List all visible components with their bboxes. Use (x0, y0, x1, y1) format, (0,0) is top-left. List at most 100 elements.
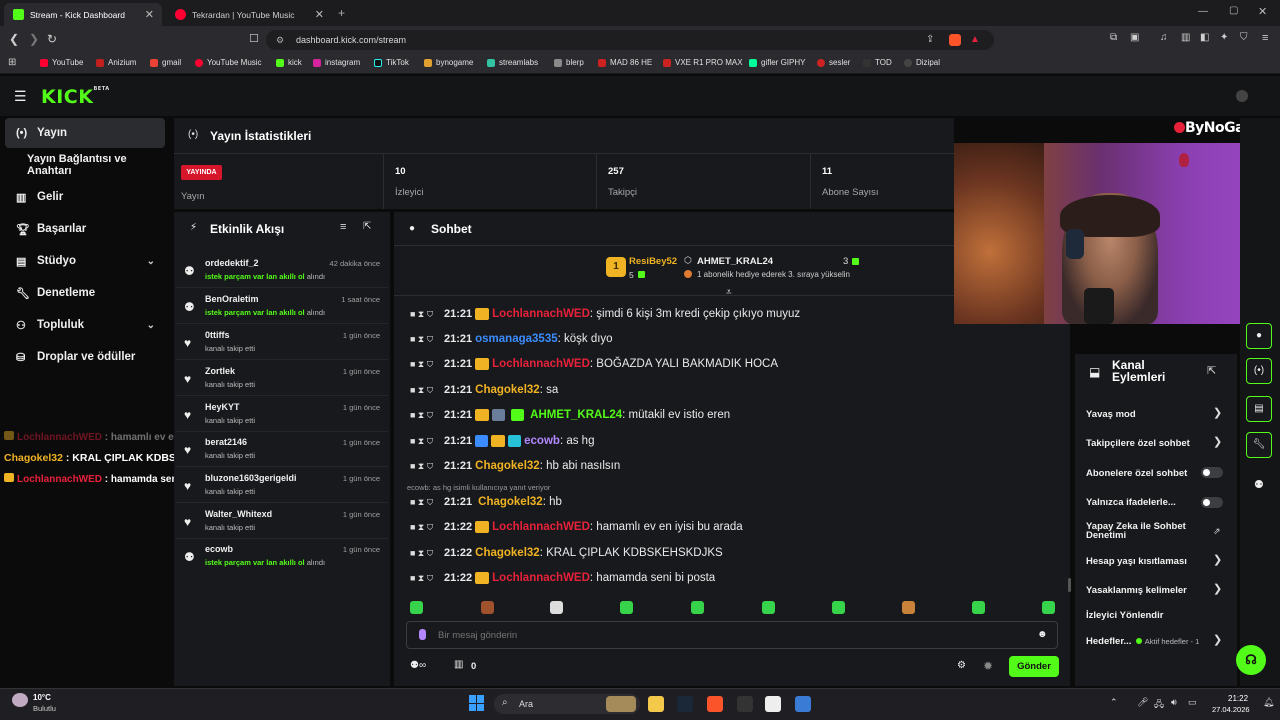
forward-icon[interactable]: ❯ (29, 32, 39, 46)
site-info-icon[interactable]: ⚙ (276, 30, 284, 50)
stats-rail-icon[interactable]: ▤ (1246, 396, 1272, 422)
chat-rail-icon[interactable]: ● (1246, 323, 1272, 349)
chevron-right-icon[interactable]: ❯ (1213, 633, 1222, 646)
mic-icon[interactable] (419, 629, 426, 640)
mod-actions-icon[interactable]: ■ ⧗ ⛉ (410, 548, 444, 559)
mod-actions-icon[interactable]: ■ ⧗ ⛉ (410, 436, 444, 447)
bookmark-sesler[interactable]: sesler (817, 58, 850, 67)
chat-message[interactable]: ■ ⧗ ⛉ 21:21 AHMET_KRAL24: mütakil ev istio… (410, 405, 730, 425)
kick-logo[interactable]: KICKBETA (41, 86, 110, 108)
bookmark-streamlabs[interactable]: streamlabs (487, 58, 538, 67)
network-icon[interactable]: 🖧︎ (1154, 697, 1164, 713)
goals-option[interactable]: Hedefler... Aktif hedefler - 1 (1086, 636, 1199, 647)
host-viewers-option[interactable]: İzleyici Yönlendir (1086, 610, 1163, 621)
wrench-rail-icon[interactable]: 🔧︎ (1246, 432, 1272, 458)
user-avatar[interactable] (1236, 90, 1248, 102)
bookmark-kick[interactable]: kick (276, 58, 302, 67)
emote-icon[interactable] (832, 601, 845, 614)
bookmark-mad86he[interactable]: MAD 86 HE (598, 58, 652, 67)
mod-actions-icon[interactable]: ■ ⧗ ⛉ (410, 359, 444, 370)
bookmark-blerp[interactable]: blerp (554, 58, 584, 67)
broadcast-rail-icon[interactable]: (•) (1246, 358, 1272, 384)
weather-icon[interactable] (12, 693, 28, 707)
second-gifter-name[interactable]: AHMET_KRAL24 (697, 256, 773, 267)
sidebar-item-gelir[interactable]: ▥ Gelir (5, 183, 165, 211)
volume-icon[interactable]: 🔊︎ (1171, 697, 1177, 708)
expand-pinned-icon[interactable]: ⩡ (726, 287, 732, 298)
mod-actions-icon[interactable]: ■ ⧗ ⛉ (410, 334, 444, 345)
subscribers-only-toggle[interactable] (1201, 467, 1223, 478)
clock-time[interactable]: 21:22 (1228, 694, 1248, 703)
sidebar-toggle-icon[interactable]: ▥ (1181, 32, 1190, 43)
chevron-right-icon[interactable]: ❯ (1213, 582, 1222, 595)
sidebar-item-stream-key[interactable]: Yayın Bağlantısı ve Anahtarı (5, 151, 165, 179)
extensions-icon[interactable]: ⧉ (1110, 32, 1117, 43)
emote-icon[interactable] (620, 601, 633, 614)
mod-actions-icon[interactable]: ■ ⧗ ⛉ (410, 410, 444, 421)
chat-message-input[interactable] (438, 624, 1028, 646)
start-icon[interactable] (469, 695, 485, 711)
hamburger-menu-icon[interactable]: ☰ (14, 88, 27, 105)
sidebar-item-studyo[interactable]: ▤ Stüdyo ⌄ (5, 247, 165, 275)
chevron-right-icon[interactable]: ❯ (1213, 435, 1222, 448)
settings-gear-icon[interactable]: ⚙ (957, 660, 966, 671)
chat-scrollbar[interactable] (1068, 578, 1071, 592)
microsoft-store-icon[interactable] (765, 696, 781, 712)
bookmark-youtube-music[interactable]: YouTube Music (195, 58, 262, 67)
brave-shields-icon[interactable] (949, 34, 961, 46)
mod-actions-icon[interactable]: ■ ⧗ ⛉ (410, 385, 444, 396)
chat-message[interactable]: ■ ⧗ ⛉ 21:21 Chagokel32: sa (410, 380, 558, 400)
bookmark-gmail[interactable]: gmail (150, 58, 181, 67)
brave-rewards-icon[interactable]: ▲ (970, 30, 980, 50)
store-icon[interactable]: ▥ (454, 659, 463, 670)
tab-youtube-music[interactable]: Tekrardan | YouTube Music ✕ (166, 3, 332, 26)
sidebar-item-topluluk[interactable]: ⚇ Topluluk ⌄ (5, 311, 165, 339)
browser-menu-icon[interactable]: ≡ (1262, 32, 1268, 44)
banned-words-option[interactable]: Yasaklanmış kelimeler (1086, 585, 1187, 596)
epic-games-icon[interactable] (737, 696, 753, 712)
chat-message[interactable]: ■ ⧗ ⛉ 21:21 LochlannachWED: şimdi 6 kişi 3… (410, 304, 800, 324)
ai-moderation-option[interactable]: Yapay Zeka ile Sohbet Denetimi (1086, 522, 1186, 541)
badge-settings-icon[interactable]: ✹ (983, 659, 993, 673)
mod-actions-icon[interactable]: ■ ⧗ ⛉ (410, 309, 444, 320)
share-icon[interactable]: ⇪ (926, 30, 934, 50)
close-tab-icon[interactable]: ✕ (145, 8, 154, 21)
chat-message[interactable]: ■ ⧗ ⛉ 21:21 LochlannachWED: BOĞAZDA YALI B… (410, 354, 778, 374)
emote-icon[interactable] (550, 601, 563, 614)
leo-ai-icon[interactable]: ✦ (1220, 32, 1228, 43)
bookmark-vxe[interactable]: VXE R1 PRO MAX (663, 58, 743, 67)
chevron-right-icon[interactable]: ❯ (1213, 553, 1222, 566)
top-gifter-name[interactable]: ResiBey52 (629, 256, 677, 267)
bookmark-anizium[interactable]: Anizium (96, 58, 136, 67)
maximize-icon[interactable]: ▢ (1229, 5, 1238, 16)
close-tab-icon[interactable]: ✕ (315, 8, 324, 21)
bookmark-dizipal[interactable]: Dizipal (904, 58, 940, 67)
bookmark-youtube[interactable]: YouTube (40, 58, 83, 67)
mod-actions-icon[interactable]: ■ ⧗ ⛉ (410, 573, 444, 584)
music-icon[interactable]: ♫ (1160, 32, 1168, 43)
steam-icon[interactable] (677, 696, 693, 712)
emote-icon[interactable] (1042, 601, 1055, 614)
activity-rail-icon[interactable]: ⚉ (1254, 478, 1264, 491)
back-icon[interactable]: ❮ (9, 32, 19, 46)
chat-message[interactable]: ■ ⧗ ⛉ 21:22 LochlannachWED: hamamda seni b… (410, 568, 715, 588)
app-icon[interactable] (795, 696, 811, 712)
chat-message[interactable]: ■ ⧗ ⛉ 21:21 Chagokel32: hb (410, 492, 562, 512)
brave-browser-icon[interactable] (707, 696, 723, 712)
clock-date[interactable]: 27.04.2026 (1212, 705, 1250, 714)
close-window-icon[interactable]: ✕ (1258, 5, 1267, 18)
new-tab-icon[interactable]: + (338, 6, 345, 20)
emote-icon[interactable] (481, 601, 494, 614)
sidebar-item-droplar[interactable]: ⛁ Droplar ve ödüller (5, 343, 165, 371)
bookmark-bynogame[interactable]: bynogame (424, 58, 473, 67)
emote-icon[interactable] (691, 601, 704, 614)
emotes-only-toggle[interactable] (1201, 497, 1223, 508)
bookmark-icon[interactable]: ☐ (249, 32, 259, 45)
tray-chevron-icon[interactable]: ⌃ (1110, 697, 1118, 708)
chat-message[interactable]: ■ ⧗ ⛉ 21:21 osmanaga3535: köşk dıyo (410, 329, 613, 349)
tab-kick-dashboard[interactable]: Stream - Kick Dashboard ✕ (4, 3, 162, 26)
sidebar-item-yayin[interactable]: (•) Yayın (5, 118, 165, 148)
emote-icon[interactable] (902, 601, 915, 614)
notifications-icon[interactable]: 🔔︎ (1263, 697, 1274, 708)
popout-icon[interactable]: ⇱ (1207, 364, 1216, 377)
